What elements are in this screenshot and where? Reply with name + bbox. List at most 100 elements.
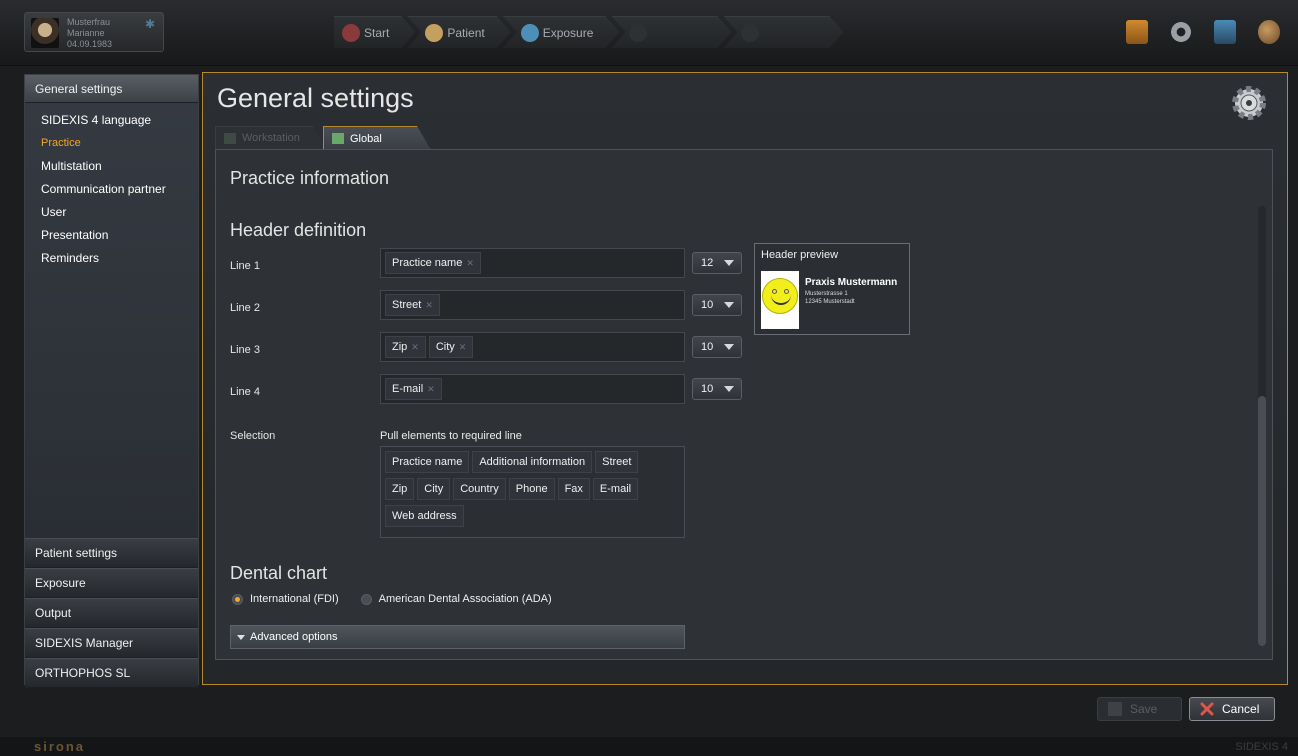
workflow-patient[interactable]: Patient xyxy=(407,16,510,48)
sidebar-sections: Patient settings Exposure Output SIDEXIS… xyxy=(25,538,198,688)
workflow-start-label: Start xyxy=(364,25,390,40)
sidebar-item-user[interactable]: User xyxy=(41,201,198,224)
workflow-exposure-label: Exposure xyxy=(542,25,594,40)
workflow-exposure[interactable]: Exposure xyxy=(503,16,620,48)
settings-panel: General settings Workstation Global Prac… xyxy=(202,72,1288,685)
line3-size-select[interactable]: 10 xyxy=(692,336,742,358)
remove-icon[interactable]: ✕ xyxy=(459,342,467,353)
preview-address: Musterstrasse 1 12345 Musterstadt xyxy=(805,290,855,306)
tab-global-label: Global xyxy=(350,132,382,145)
selection-chip-zip[interactable]: Zip xyxy=(385,478,415,500)
line1-size: 12 xyxy=(701,257,714,269)
radio-ada-label: American Dental Association (ADA) xyxy=(378,593,552,605)
workflow-examine xyxy=(611,16,731,48)
line3-field[interactable]: Zip ✕ City ✕ xyxy=(380,332,685,362)
gear-icon[interactable] xyxy=(1170,20,1192,44)
header-definition-heading: Header definition xyxy=(230,220,367,240)
sidebar-head-sidexis-manager[interactable]: SIDEXIS Manager xyxy=(25,628,198,658)
sidebar-head-patient-settings[interactable]: Patient settings xyxy=(25,538,198,568)
tab-global[interactable]: Global xyxy=(323,126,431,150)
sidebar-item-communication-partner[interactable]: Communication partner xyxy=(41,178,198,201)
line1-field[interactable]: Practice name ✕ xyxy=(380,248,685,278)
dental-chart-heading: Dental chart xyxy=(230,563,328,583)
sidebar-head-orthophos[interactable]: ORTHOPHOS SL xyxy=(25,658,198,688)
monitor-icon[interactable] xyxy=(1214,20,1236,44)
remove-icon[interactable]: ✕ xyxy=(466,258,474,269)
line4-size: 10 xyxy=(701,383,714,395)
tab-bar: Workstation Global xyxy=(215,126,431,150)
line4-field[interactable]: E-mail ✕ xyxy=(380,374,685,404)
tab-workstation-label: Workstation xyxy=(242,132,300,144)
line3-chip-city[interactable]: City ✕ xyxy=(428,336,474,358)
workflow-start[interactable]: Start xyxy=(334,16,415,48)
preview-practice-name: Praxis Mustermann xyxy=(805,277,898,288)
radio-fdi[interactable]: International (FDI) xyxy=(232,593,339,605)
selection-label: Selection xyxy=(230,430,276,442)
radio-ada[interactable]: American Dental Association (ADA) xyxy=(360,593,552,605)
start-icon xyxy=(342,24,360,42)
chevron-down-icon xyxy=(724,260,734,266)
tab-workstation[interactable]: Workstation xyxy=(215,126,327,150)
advanced-options-expander[interactable]: Advanced options xyxy=(230,625,685,649)
line2-field[interactable]: Street ✕ xyxy=(380,290,685,320)
sidebar-list: SIDEXIS 4 language Practice Multistation… xyxy=(25,103,198,538)
selection-chip-country[interactable]: Country xyxy=(453,478,506,500)
selection-hint: Pull elements to required line xyxy=(380,430,522,442)
sidebar-item-multistation[interactable]: Multistation xyxy=(41,155,198,178)
line1-chip[interactable]: Practice name ✕ xyxy=(385,252,481,274)
mouth xyxy=(771,293,791,305)
line2-size-select[interactable]: 10 xyxy=(692,294,742,316)
selection-chip-email[interactable]: E-mail xyxy=(592,478,639,500)
chip-label: Zip xyxy=(392,341,408,353)
line1-label: Line 1 xyxy=(230,260,260,272)
scrollbar[interactable] xyxy=(1258,206,1266,646)
remove-icon[interactable]: ✕ xyxy=(427,384,435,395)
remove-icon[interactable]: ✕ xyxy=(425,300,433,311)
line4-size-select[interactable]: 10 xyxy=(692,378,742,400)
dental-chart-options: International (FDI) American Dental Asso… xyxy=(232,593,552,605)
practice-information-heading: Practice information xyxy=(230,168,390,188)
selection-chip-practice-name[interactable]: Practice name xyxy=(385,451,470,473)
sidebar-head-output[interactable]: Output xyxy=(25,598,198,628)
patient-last-name: Musterfrau xyxy=(67,17,111,27)
workflow-output xyxy=(723,16,843,48)
patient-avatar xyxy=(31,18,59,48)
save-label: Save xyxy=(1130,702,1158,716)
sidebar-item-reminders[interactable]: Reminders xyxy=(41,247,198,270)
selection-chip-street[interactable]: Street xyxy=(595,451,639,473)
advanced-options-label: Advanced options xyxy=(250,631,338,643)
tab-content: Practice information Header definition L… xyxy=(215,149,1273,660)
radio-button[interactable] xyxy=(360,593,372,605)
book-icon[interactable] xyxy=(1126,20,1148,44)
chip-label: E-mail xyxy=(392,383,424,395)
pin-icon[interactable]: ✱ xyxy=(145,17,155,31)
line3-label: Line 3 xyxy=(230,344,260,356)
footer-bar xyxy=(0,737,1298,756)
selection-chip-fax[interactable]: Fax xyxy=(557,478,590,500)
radio-button-selected[interactable] xyxy=(232,593,243,605)
selection-chip-city[interactable]: City xyxy=(417,478,451,500)
sidebar-head-general-settings[interactable]: General settings xyxy=(25,75,198,103)
line2-chip[interactable]: Street ✕ xyxy=(385,294,440,316)
cancel-button[interactable]: Cancel xyxy=(1189,697,1275,721)
patient-card[interactable]: Musterfrau Marianne 04.09.1983 ✱ xyxy=(24,12,164,52)
version-label: SIDEXIS 4 xyxy=(1235,741,1288,753)
sidebar-item-language[interactable]: SIDEXIS 4 language xyxy=(41,109,198,132)
line3-chip-zip[interactable]: Zip ✕ xyxy=(385,336,426,358)
scrollbar-thumb[interactable] xyxy=(1258,396,1266,646)
line2-size: 10 xyxy=(701,299,714,311)
exposure-icon xyxy=(521,24,539,42)
sidebar-head-exposure[interactable]: Exposure xyxy=(25,568,198,598)
triangle-down-icon xyxy=(237,634,245,640)
sidebar-item-practice[interactable]: Practice xyxy=(41,132,198,155)
selection-chip-web-address[interactable]: Web address xyxy=(385,505,464,527)
globe-icon[interactable] xyxy=(1258,20,1280,44)
line4-chip[interactable]: E-mail ✕ xyxy=(385,378,442,400)
top-icons xyxy=(1126,20,1280,44)
remove-icon[interactable]: ✕ xyxy=(411,342,419,353)
patient-dob: 04.09.1983 xyxy=(67,39,113,49)
sidebar-item-presentation[interactable]: Presentation xyxy=(41,224,198,247)
line1-size-select[interactable]: 12 xyxy=(692,252,742,274)
selection-chip-additional-information[interactable]: Additional information xyxy=(472,451,593,473)
selection-chip-phone[interactable]: Phone xyxy=(508,478,555,500)
